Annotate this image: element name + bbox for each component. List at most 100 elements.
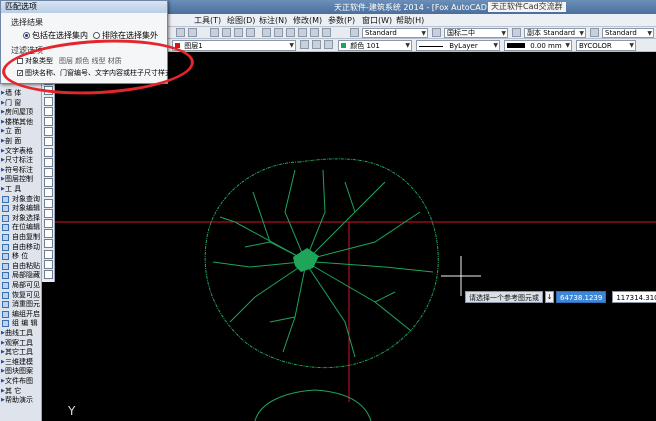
layer-previous-icon[interactable] (312, 40, 321, 49)
menu-window[interactable]: 窗口(W) (362, 15, 392, 26)
sidebar-item[interactable]: 对象选择 (0, 214, 42, 223)
markup-icon[interactable] (310, 28, 319, 37)
sidebar-item[interactable]: 恢复可见 (0, 291, 42, 300)
table-icon[interactable] (44, 229, 53, 239)
sidebar-item[interactable]: 对象查询 (0, 195, 42, 204)
wipeout-icon[interactable] (44, 259, 53, 269)
ellipse-arc-icon[interactable] (44, 157, 53, 167)
sidebar-item[interactable]: ▶ 图块图案 (0, 367, 42, 376)
region-icon[interactable] (44, 219, 53, 228)
draworder-icon[interactable] (44, 249, 53, 259)
sidebar-item[interactable]: ▶ 文字表格 (0, 147, 42, 156)
sidebar-item[interactable]: ▶ 门 窗 (0, 99, 42, 108)
sidebar-item[interactable]: 移 位 (0, 252, 42, 261)
text-icon[interactable] (44, 270, 53, 279)
sidebar-item[interactable]: ▶ 图层控制 (0, 175, 42, 184)
zoom-previous-icon[interactable] (246, 28, 255, 37)
annotation-scale-icon[interactable] (432, 28, 441, 37)
sidebar-item[interactable]: 对象编辑 (0, 204, 42, 213)
layer-state-icon[interactable] (324, 40, 333, 49)
sidebar-item[interactable]: ▶ 房间屋顶 (0, 108, 42, 117)
dim-style-icon[interactable] (512, 28, 521, 37)
dim-style-combo[interactable]: 副本 Standard ▼ (524, 28, 586, 38)
zoom-window-icon[interactable] (234, 28, 243, 37)
user-box[interactable]: 天正软件Cad交流群 (488, 2, 566, 12)
mtext-icon[interactable] (44, 239, 53, 249)
menu-modify[interactable]: 修改(M) (293, 15, 322, 26)
sidebar-item[interactable]: ▶ 立 面 (0, 127, 42, 136)
make-block-icon[interactable] (44, 178, 53, 188)
redo-icon[interactable] (188, 28, 197, 37)
sidebar-item[interactable]: ▶ 墙 体 (0, 89, 42, 98)
prompt-options-icon[interactable]: ↓ (545, 291, 554, 303)
layer-combo[interactable]: 图层1 ▼ (172, 40, 296, 51)
hatch-icon[interactable] (44, 198, 53, 208)
properties-icon[interactable] (262, 28, 271, 37)
menu-help[interactable]: 帮助(H) (396, 15, 424, 26)
circle-icon[interactable] (44, 117, 53, 126)
plotstyle-combo[interactable]: BYCOLOR ▼ (576, 40, 636, 51)
sidebar-item[interactable]: ▶ 尺寸标注 (0, 156, 42, 165)
sidebar-item[interactable]: ▶ 其 它 (0, 387, 42, 396)
color-combo[interactable]: 颜色 101 ▼ (338, 40, 412, 51)
table-style-combo[interactable]: Standard ▼ (602, 28, 654, 38)
radio-exclude[interactable]: 排除在选择集外 (93, 30, 158, 41)
sheet-set-icon[interactable] (298, 28, 307, 37)
sidebar-item[interactable]: 自由粘贴 (0, 262, 42, 271)
sidebar-item[interactable]: 消重图元 (0, 300, 42, 309)
sidebar-item[interactable]: 编组开启 (0, 310, 42, 319)
arc-icon[interactable] (44, 106, 53, 116)
spline-icon[interactable] (44, 137, 53, 147)
checkbox-object-type[interactable] (17, 58, 23, 64)
gradient-icon[interactable] (44, 208, 53, 218)
sidebar-item[interactable]: 组 编 辑 (0, 319, 42, 328)
make-current-icon[interactable] (300, 40, 309, 49)
linetype-combo[interactable]: ByLayer ▼ (416, 40, 500, 51)
annotation-combo[interactable]: 国标二中 ▼ (444, 28, 508, 38)
coordinate-y-input[interactable]: 117314.3108 (612, 291, 656, 303)
checkbox-blockname[interactable]: ✓ (17, 70, 23, 77)
text-style-combo[interactable]: Standard ▼ (362, 28, 428, 38)
checkbox-row-blockname[interactable]: ✓ 图块名称、门窗编号、文字内容或柱子尺寸样式 (17, 68, 172, 78)
sidebar-item[interactable]: ▶ 三维建模 (0, 358, 42, 367)
polygon-icon[interactable] (44, 86, 53, 96)
text-style-icon[interactable] (350, 28, 359, 37)
sidebar-item[interactable]: ▶ 楼梯其他 (0, 118, 42, 127)
radio-include-dot[interactable] (23, 32, 30, 39)
tool-palette-icon[interactable] (286, 28, 295, 37)
checkbox-row-type[interactable]: 对象类型 图层 颜色 线型 材质 (17, 56, 122, 66)
sidebar-item[interactable]: ▶ 剖 面 (0, 137, 42, 146)
lineweight-combo[interactable]: 0.00 mm ▼ (504, 40, 572, 51)
sidebar-item[interactable]: ▶ 曲线工具 (0, 329, 42, 338)
radio-exclude-dot[interactable] (93, 32, 100, 39)
sidebar-item[interactable]: ▶ 符号标注 (0, 166, 42, 175)
sidebar-item[interactable]: ▶ 其它工具 (0, 348, 42, 357)
sidebar-item[interactable]: ▶ 帮助演示 (0, 396, 42, 405)
sidebar-item[interactable]: 自由移动 (0, 243, 42, 252)
revcloud-icon[interactable] (44, 127, 53, 137)
menu-draw[interactable]: 绘图(D) (227, 15, 255, 26)
sidebar-item[interactable]: 在位编辑 (0, 223, 42, 232)
radio-include[interactable]: 包括在选择集内 (23, 30, 88, 41)
ellipse-icon[interactable] (44, 147, 53, 157)
sidebar-item[interactable]: ▶ 工 具 (0, 185, 42, 194)
point-icon[interactable] (44, 188, 53, 198)
menu-dimension[interactable]: 标注(N) (259, 15, 287, 26)
sidebar-item[interactable]: 自由复制 (0, 233, 42, 242)
menu-tools[interactable]: 工具(T) (194, 15, 221, 26)
sidebar-item[interactable]: 局部隐藏 (0, 271, 42, 280)
rectangle-icon[interactable] (44, 96, 53, 106)
design-center-icon[interactable] (274, 28, 283, 37)
sidebar-item[interactable]: ▶ 文件布图 (0, 377, 42, 386)
undo-icon[interactable] (176, 28, 185, 37)
sidebar-item[interactable]: ▶ 观察工具 (0, 339, 42, 348)
calculator-icon[interactable] (322, 28, 331, 37)
menu-params[interactable]: 参数(P) (328, 15, 355, 26)
drawing-canvas[interactable] (55, 52, 656, 421)
table-style-icon[interactable] (590, 28, 599, 37)
coordinate-x-input[interactable]: 64738.1239 (556, 291, 607, 303)
sidebar-item[interactable]: 局部可见 (0, 281, 42, 290)
pan-icon[interactable] (210, 28, 219, 37)
zoom-realtime-icon[interactable] (222, 28, 231, 37)
insert-block-icon[interactable] (44, 168, 53, 177)
